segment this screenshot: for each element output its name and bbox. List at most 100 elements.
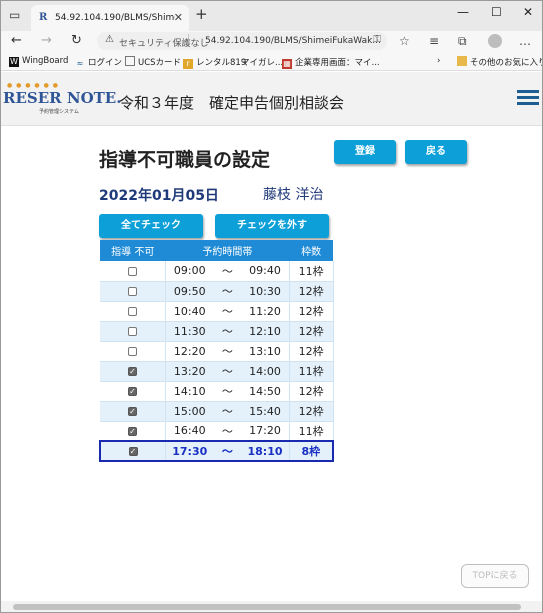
slot-count: 12枠 <box>289 401 334 422</box>
table-row: 12:20 〜 13:10 12枠 <box>100 341 334 362</box>
page-title: 指導不可職員の設定 <box>99 149 271 171</box>
back-button[interactable]: 戻る <box>405 140 467 164</box>
check-all-button[interactable]: 全てチェック <box>99 214 203 238</box>
back-arrow-icon[interactable]: ← <box>11 33 22 48</box>
checkbox-cell: ✓ <box>100 421 167 442</box>
profile-avatar[interactable] <box>488 34 502 48</box>
slot-start-time: 16:40 <box>165 421 214 442</box>
slot-separator: 〜 <box>213 301 242 322</box>
slot-start-time: 14:10 <box>165 381 214 402</box>
horizontal-scrollbar[interactable] <box>1 601 542 612</box>
reser-note-logo[interactable]: ● ● ● ● ● ● RESER NOTE. 予約管理システム <box>3 82 121 116</box>
bookmarks-overflow-icon[interactable]: › <box>437 56 440 66</box>
register-button[interactable]: 登録 <box>334 140 396 164</box>
uncheck-all-button[interactable]: チェックを外す <box>215 214 329 238</box>
unavailable-checkbox[interactable] <box>128 347 138 356</box>
forward-arrow-icon[interactable]: → <box>41 33 52 48</box>
slot-start-time: 11:30 <box>165 321 214 342</box>
favorites-list-icon[interactable]: ≡ <box>429 34 439 48</box>
slot-end-time: 14:50 <box>241 381 290 402</box>
slot-count: 12枠 <box>289 381 334 402</box>
slot-end-time: 17:20 <box>241 421 290 442</box>
slot-start-time: 12:20 <box>165 341 214 362</box>
slot-separator: 〜 <box>213 321 242 342</box>
unavailable-checkbox[interactable] <box>128 287 138 296</box>
page-icon <box>125 56 135 66</box>
unavailable-checkbox[interactable] <box>128 327 138 336</box>
bookmark-label: 企業専用画面：マイ... <box>295 58 380 68</box>
browser-window: ▭ R 54.92.104.190/BLMS/ShimeiFuka ✕ + — … <box>0 0 543 613</box>
unavailable-checkbox[interactable]: ✓ <box>128 367 138 376</box>
slot-start-time: 10:40 <box>165 301 214 322</box>
bookmark-login[interactable]: ≈ ログイン <box>75 56 122 69</box>
unavailable-checkbox[interactable]: ✓ <box>128 426 138 436</box>
close-window-icon[interactable]: ✕ <box>523 5 533 19</box>
bookmark-mygare[interactable]: マイガレ... <box>241 56 283 68</box>
logo-text: RESER NOTE. <box>3 89 122 107</box>
table-row: ✓ 13:20 〜 14:00 11枠 <box>100 361 334 382</box>
bookmark-label: ログイン <box>88 58 123 68</box>
back-to-top-button[interactable]: TOPに戻る <box>461 564 529 588</box>
url-text: 54.92.104.190/BLMS/ShimeiFukaWak... <box>205 36 381 46</box>
slot-end-time: 15:40 <box>241 401 290 422</box>
title-bar: ▭ R 54.92.104.190/BLMS/ShimeiFuka ✕ + — … <box>1 1 542 31</box>
checkbox-cell: ✓ <box>99 440 167 462</box>
close-tab-icon[interactable]: ✕ <box>174 11 183 24</box>
slot-separator: 〜 <box>213 381 242 402</box>
table-row: ✓ 15:00 〜 15:40 12枠 <box>100 401 334 422</box>
checkbox-cell <box>100 321 167 342</box>
slot-separator: 〜 <box>213 361 242 382</box>
tab-actions-icon[interactable]: ▭ <box>9 8 20 22</box>
bookmark-corporate[interactable]: ▦ 企業専用画面：マイ... <box>282 56 380 69</box>
slot-count: 12枠 <box>289 281 334 302</box>
staff-name: 藤枝 洋治 <box>263 187 324 203</box>
bookmark-rental[interactable]: r レンタル819 <box>183 56 246 69</box>
bookmark-ucs[interactable]: UCSカード <box>125 56 181 68</box>
slot-count: 12枠 <box>289 321 334 342</box>
maximize-icon[interactable]: ☐ <box>491 5 502 19</box>
unavailable-checkbox[interactable]: ✓ <box>128 387 138 396</box>
corporate-icon: ▦ <box>282 59 292 69</box>
more-icon[interactable]: … <box>519 34 531 48</box>
slot-separator: 〜 <box>213 440 242 462</box>
bookmark-label: レンタル819 <box>196 58 247 68</box>
event-title: 令和３年度 確定申告個別相談会 <box>119 94 345 112</box>
warning-icon[interactable]: ⚠ <box>105 34 114 45</box>
slot-separator: 〜 <box>213 261 242 282</box>
favorite-star-icon[interactable]: ☆ <box>399 34 410 48</box>
address-bar: ← → ↻ ⚠ セキュリティ保護なし | 54.92.104.190/BLMS/… <box>1 31 542 51</box>
unavailable-checkbox[interactable] <box>128 266 138 276</box>
slot-count: 12枠 <box>289 301 334 322</box>
time-slot-table: 指導 不可 予約時間帯 枠数 09:00 〜 09:40 11枠 09:50 〜 10:30… <box>99 240 334 462</box>
slot-end-time: 12:10 <box>241 321 290 342</box>
table-body: 09:00 〜 09:40 11枠 09:50 〜 10:30 12枠 10:40 〜 11:20 1… <box>99 261 334 462</box>
hamburger-menu-icon[interactable] <box>517 90 539 106</box>
checkbox-cell <box>100 301 167 322</box>
other-favorites[interactable]: その他のお気に入り <box>457 56 542 68</box>
browser-tab[interactable]: R 54.92.104.190/BLMS/ShimeiFuka ✕ <box>31 5 189 31</box>
table-row: 10:40 〜 11:20 12枠 <box>100 301 334 322</box>
slot-separator: 〜 <box>213 421 242 442</box>
url-separator: | <box>187 34 191 44</box>
refresh-icon[interactable]: ↻ <box>71 33 82 48</box>
bookmark-wingboard[interactable]: W WingBoard <box>9 56 68 67</box>
scrollbar-thumb[interactable] <box>13 604 521 610</box>
checkbox-cell <box>100 341 167 362</box>
slot-end-time: 11:20 <box>241 301 290 322</box>
minimize-icon[interactable]: — <box>457 5 469 19</box>
table-header-row: 指導 不可 予約時間帯 枠数 <box>100 240 333 261</box>
checkbox-cell: ✓ <box>100 401 167 422</box>
folder-icon <box>457 56 467 66</box>
bookmark-label: マイガレ... <box>241 58 284 68</box>
rental-icon: r <box>183 59 193 69</box>
key-icon[interactable]: ⚿ <box>373 34 381 45</box>
unavailable-checkbox[interactable]: ✓ <box>128 447 138 456</box>
table-row: ✓ 16:40 〜 17:20 11枠 <box>100 421 334 442</box>
slot-start-time: 13:20 <box>165 361 214 382</box>
new-tab-icon[interactable]: + <box>195 5 208 23</box>
selected-date: 2022年01月05日 <box>99 188 219 204</box>
url-field[interactable]: ⚠ セキュリティ保護なし | 54.92.104.190/BLMS/Shimei… <box>97 32 387 50</box>
unavailable-checkbox[interactable] <box>128 307 138 316</box>
collections-icon[interactable]: ⧉ <box>458 34 467 49</box>
unavailable-checkbox[interactable]: ✓ <box>128 407 138 416</box>
